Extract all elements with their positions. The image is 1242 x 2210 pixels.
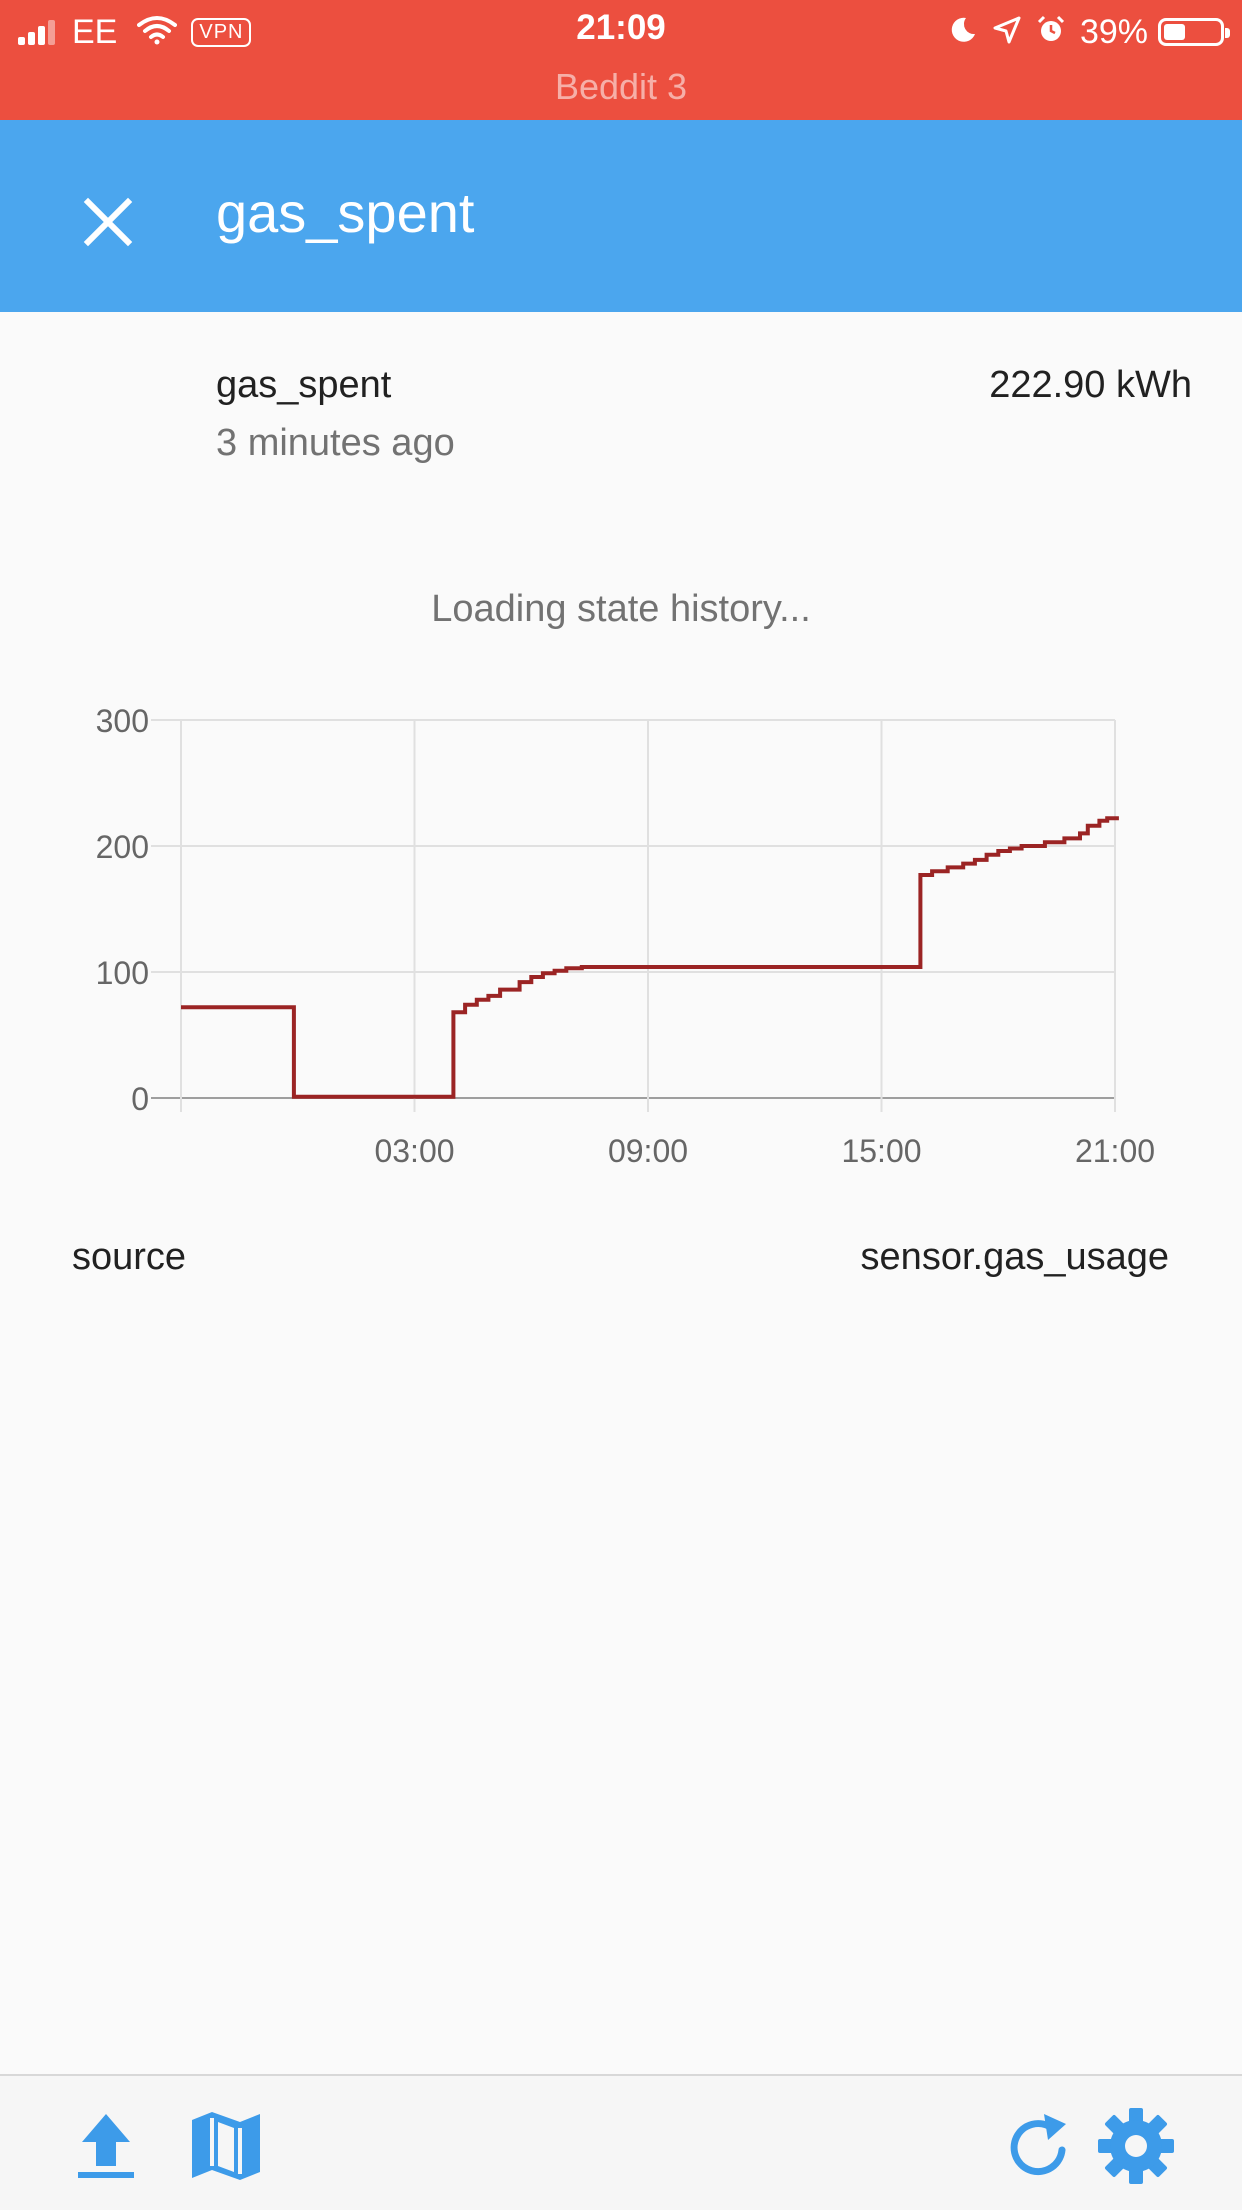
dialog-title: gas_spent (216, 181, 475, 244)
location-icon (992, 15, 1022, 50)
settings-icon (1098, 2108, 1174, 2184)
y-tick-label: 0 (131, 1081, 149, 1117)
map-button[interactable] (186, 2106, 266, 2186)
refresh-button[interactable] (1000, 2106, 1080, 2186)
battery-icon (1158, 18, 1230, 46)
refresh-icon (1010, 2114, 1066, 2176)
x-tick-label: 21:00 (1075, 1133, 1155, 1169)
last-changed: 3 minutes ago (216, 422, 455, 464)
upload-icon (78, 2114, 134, 2178)
battery-percent: 39% (1079, 12, 1148, 51)
loading-message: Loading state history... (431, 588, 811, 630)
series-line (181, 816, 1119, 1099)
settings-button[interactable] (1096, 2106, 1176, 2186)
attribute-value: sensor.gas_usage (860, 1236, 1169, 1278)
entity-name: gas_spent (216, 364, 392, 406)
status-bar-right: 39% (934, 10, 1230, 54)
dialog-header: gas_spent (0, 120, 1242, 312)
attribute-key: source (72, 1236, 187, 1278)
back-to-app-link[interactable]: Beddit 3 (0, 66, 1242, 108)
close-button[interactable] (78, 192, 138, 252)
y-tick-label: 300 (96, 703, 149, 739)
close-icon (83, 197, 133, 247)
moon-icon (948, 15, 978, 50)
x-tick-label: 03:00 (374, 1133, 454, 1169)
y-tick-label: 200 (96, 829, 149, 865)
bottom-toolbar (0, 2074, 1242, 2210)
alarm-icon (1036, 15, 1066, 50)
upload-button[interactable] (66, 2106, 146, 2186)
y-tick-label: 100 (96, 955, 149, 991)
state-value: 222.90 kWh (989, 364, 1192, 406)
map-icon (192, 2112, 260, 2180)
x-tick-label: 15:00 (841, 1133, 921, 1169)
status-bar: EE VPN 21:09 39% Beddit 3 (0, 0, 1242, 120)
x-tick-label: 09:00 (608, 1133, 688, 1169)
history-chart: 300 200 100 0 03:00 09:00 15:00 21:00 (96, 703, 1155, 1169)
